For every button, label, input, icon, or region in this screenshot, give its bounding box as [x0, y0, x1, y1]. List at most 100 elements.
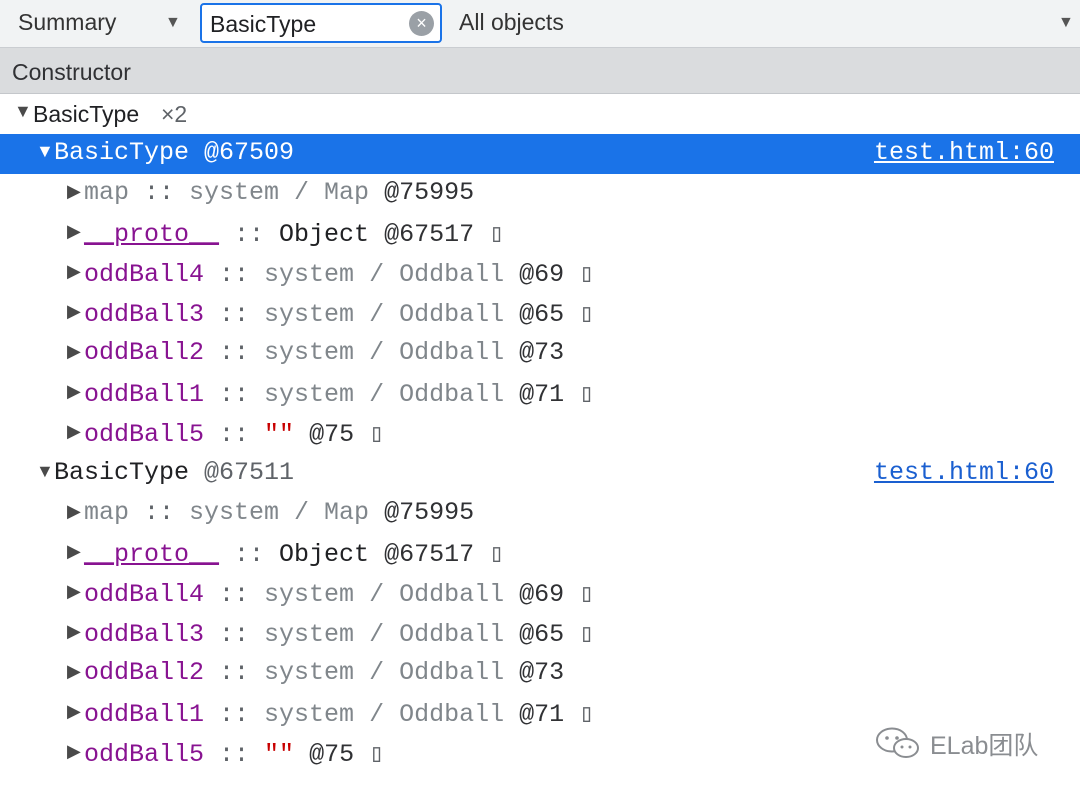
- property-name: oddBall2: [84, 338, 205, 367]
- instance-row[interactable]: ▼ BasicType @67511 test.html:60: [0, 454, 1080, 494]
- property-box: ▯: [564, 620, 595, 649]
- collapsed-triangle-icon[interactable]: ▶: [67, 421, 81, 442]
- property-row[interactable]: ▶ oddBall3 :: system / Oddball @65 ▯: [0, 294, 1080, 334]
- class-filter[interactable]: ×: [200, 3, 442, 43]
- collapsed-triangle-icon[interactable]: ▶: [67, 541, 81, 562]
- property-name: oddBall4: [84, 580, 205, 609]
- objects-select[interactable]: All objects ▼: [448, 0, 1080, 47]
- property-separator: ::: [204, 658, 265, 687]
- property-box: ▯: [564, 380, 595, 409]
- instance-id: @67509: [204, 138, 295, 167]
- property-separator: ::: [204, 420, 265, 449]
- instance-row[interactable]: ▼ BasicType @67509 test.html:60: [0, 134, 1080, 174]
- collapsed-triangle-icon[interactable]: ▶: [67, 341, 81, 362]
- property-type: system / Oddball: [264, 338, 505, 367]
- property-separator: ::: [204, 700, 265, 729]
- property-name: __proto__: [84, 540, 220, 569]
- property-separator: ::: [204, 580, 265, 609]
- property-row[interactable]: ▶ __proto__ :: Object @67517 ▯: [0, 534, 1080, 574]
- property-row[interactable]: ▶ map :: system / Map @75995: [0, 174, 1080, 214]
- property-separator: ::: [204, 260, 265, 289]
- caret-down-icon: ▼: [1058, 14, 1074, 31]
- property-box: ▯: [354, 740, 385, 769]
- instance-name: BasicType: [54, 138, 190, 167]
- property-type: "": [264, 420, 295, 449]
- property-id: @71: [504, 380, 565, 409]
- collapsed-triangle-icon[interactable]: ▶: [67, 381, 81, 402]
- property-row[interactable]: ▶ oddBall4 :: system / Oddball @69 ▯: [0, 254, 1080, 294]
- property-type: Object: [279, 220, 370, 249]
- property-type: system / Oddball: [264, 300, 505, 329]
- property-name: oddBall4: [84, 260, 205, 289]
- property-row[interactable]: ▶ oddBall1 :: system / Oddball @71 ▯: [0, 374, 1080, 414]
- instance-id: @67511: [204, 458, 295, 487]
- expanded-triangle-icon[interactable]: ▼: [36, 461, 54, 482]
- collapsed-triangle-icon[interactable]: ▶: [67, 581, 81, 602]
- property-id: @71: [504, 700, 565, 729]
- property-row[interactable]: ▶ oddBall3 :: system / Oddball @65 ▯: [0, 614, 1080, 654]
- property-name: __proto__: [84, 220, 220, 249]
- property-row[interactable]: ▶ oddBall2 :: system / Oddball @73: [0, 654, 1080, 694]
- wechat-icon: [876, 727, 919, 758]
- property-type: system / Oddball: [264, 700, 505, 729]
- property-name: oddBall2: [84, 658, 205, 687]
- clear-icon[interactable]: ×: [409, 11, 434, 36]
- objects-select-label: All objects: [459, 9, 564, 35]
- property-type: "": [264, 740, 295, 769]
- instance-name: BasicType: [54, 458, 190, 487]
- property-row[interactable]: ▶ oddBall5 :: "" @75 ▯: [0, 414, 1080, 454]
- property-type: system / Oddball: [264, 580, 505, 609]
- property-type: system / Map: [189, 498, 370, 527]
- property-row[interactable]: ▶ __proto__ :: Object @67517 ▯: [0, 214, 1080, 254]
- property-name: oddBall5: [84, 740, 205, 769]
- property-box: ▯: [564, 260, 595, 289]
- class-filter-input[interactable]: [210, 10, 405, 38]
- property-id: @75: [294, 420, 355, 449]
- view-select[interactable]: Summary ▼: [0, 0, 196, 47]
- property-separator: ::: [219, 540, 280, 569]
- constructor-column-header[interactable]: Constructor: [0, 48, 1080, 94]
- property-type: system / Map: [189, 178, 370, 207]
- property-row[interactable]: ▶ map :: system / Map @75995: [0, 494, 1080, 534]
- collapsed-triangle-icon[interactable]: ▶: [67, 701, 81, 722]
- source-link[interactable]: test.html:60: [874, 138, 1054, 167]
- property-separator: ::: [204, 380, 265, 409]
- property-separator: ::: [219, 220, 280, 249]
- collapsed-triangle-icon[interactable]: ▶: [67, 261, 81, 282]
- source-link[interactable]: test.html:60: [874, 458, 1054, 487]
- property-separator: ::: [204, 740, 265, 769]
- collapsed-triangle-icon[interactable]: ▶: [67, 661, 81, 682]
- property-id: @65: [504, 620, 565, 649]
- property-id: @67517: [369, 220, 475, 249]
- property-id: @69: [504, 580, 565, 609]
- watermark-text: ELab团队: [930, 732, 1039, 760]
- collapsed-triangle-icon[interactable]: ▶: [67, 621, 81, 642]
- property-name: oddBall5: [84, 420, 205, 449]
- property-box: ▯: [354, 420, 385, 449]
- expanded-triangle-icon[interactable]: ▼: [36, 141, 54, 162]
- expanded-triangle-icon[interactable]: ▼: [14, 101, 32, 122]
- property-row[interactable]: ▶ oddBall4 :: system / Oddball @69 ▯: [0, 574, 1080, 614]
- property-box: ▯: [564, 580, 595, 609]
- caret-down-icon: ▼: [165, 14, 181, 31]
- collapsed-triangle-icon[interactable]: ▶: [67, 741, 81, 762]
- property-separator: ::: [129, 178, 190, 207]
- property-box: ▯: [474, 540, 505, 569]
- property-id: @73: [504, 658, 565, 687]
- property-id: @73: [504, 338, 565, 367]
- collapsed-triangle-icon[interactable]: ▶: [67, 181, 81, 202]
- property-box: ▯: [474, 220, 505, 249]
- group-name: BasicType: [33, 101, 140, 127]
- collapsed-triangle-icon[interactable]: ▶: [67, 221, 81, 242]
- property-box: ▯: [564, 300, 595, 329]
- property-separator: ::: [204, 620, 265, 649]
- column-header-label: Constructor: [12, 59, 131, 85]
- property-type: system / Oddball: [264, 620, 505, 649]
- property-id: @75995: [369, 498, 475, 527]
- collapsed-triangle-icon[interactable]: ▶: [67, 501, 81, 522]
- property-type: system / Oddball: [264, 260, 505, 289]
- collapsed-triangle-icon[interactable]: ▶: [67, 301, 81, 322]
- property-name: oddBall3: [84, 300, 205, 329]
- constructor-group-row[interactable]: ▼ BasicType ×2: [0, 94, 1080, 134]
- property-row[interactable]: ▶ oddBall2 :: system / Oddball @73: [0, 334, 1080, 374]
